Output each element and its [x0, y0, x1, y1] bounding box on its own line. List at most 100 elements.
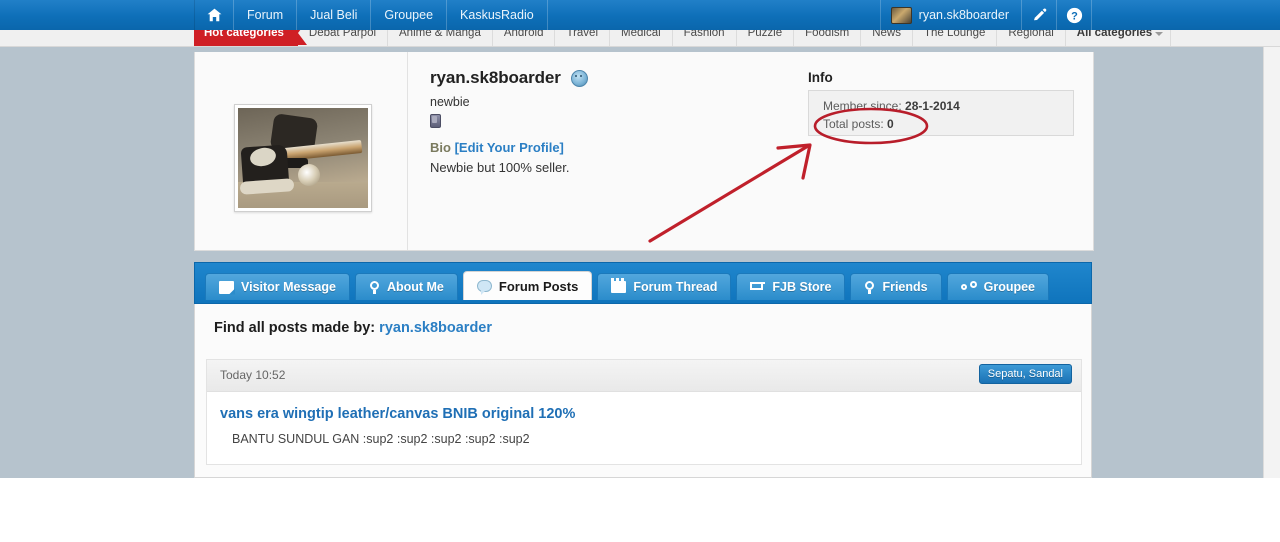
post-body: vans era wingtip leather/canvas BNIB ori…	[207, 392, 1081, 464]
avatar-image	[238, 108, 368, 208]
info-member-since-label: Member since:	[823, 99, 902, 113]
tab-fjb-store[interactable]: FJB Store	[736, 273, 846, 300]
category-bar: Hot categories Debat Parpol Anime & Mang…	[0, 30, 1280, 47]
category-item-regional[interactable]: Regional	[997, 30, 1066, 46]
post-category-badge[interactable]: Sepatu, Sandal	[978, 364, 1072, 384]
category-label: Foodism	[805, 30, 850, 39]
person-icon	[369, 280, 380, 294]
category-item-puzzle[interactable]: Puzzle	[737, 30, 795, 46]
top-nav-username: ryan.sk8boarder	[918, 8, 1009, 22]
svg-text:?: ?	[1071, 10, 1078, 22]
tab-label: Groupee	[983, 280, 1036, 294]
tab-label: About Me	[386, 280, 444, 294]
tab-label: Friends	[882, 280, 928, 294]
nav-item-label: Forum	[247, 8, 284, 22]
profile-tab-strip: Visitor Message About Me Forum Posts For…	[194, 262, 1092, 304]
tab-label: FJB Store	[772, 280, 832, 294]
profile-details-column: ryan.sk8boarder newbie Bio [Edit Your Pr…	[408, 52, 1093, 250]
info-box: Member since: 28-1-2014 Total posts: 0	[808, 90, 1074, 136]
category-label: News	[872, 30, 901, 39]
info-member-since: Member since: 28-1-2014	[823, 97, 1073, 115]
nav-item-label: Groupee	[384, 8, 434, 22]
category-label: Fashion	[683, 30, 725, 39]
tab-forum-posts[interactable]: Forum Posts	[462, 271, 593, 300]
group-people-icon	[960, 280, 977, 294]
calendar-icon	[611, 281, 627, 293]
post-item: Today 10:52 Sepatu, Sandal vans era wing…	[206, 359, 1082, 465]
category-label: The Lounge	[923, 30, 986, 39]
category-label: Travel	[566, 30, 599, 39]
nav-item-label: Jual Beli	[310, 8, 358, 22]
info-total-posts-value: 0	[887, 117, 894, 131]
info-section-title: Info	[808, 70, 833, 85]
avatar-column	[195, 52, 408, 250]
nav-item-jual-beli[interactable]: Jual Beli	[297, 0, 372, 30]
category-item-medical[interactable]: Medical	[610, 30, 673, 46]
question-mark-icon[interactable]: ?	[1057, 0, 1092, 30]
avatar-skateboard-wheel	[298, 164, 320, 186]
speech-bubble-icon	[476, 280, 492, 295]
profile-rank: newbie	[430, 95, 470, 109]
tab-forum-thread[interactable]: Forum Thread	[597, 273, 732, 300]
tab-label: Visitor Message	[241, 280, 336, 294]
category-label: Regional	[1008, 30, 1054, 39]
find-all-posts-heading: Find all posts made by: ryan.sk8boarder	[214, 320, 492, 336]
nav-item-label: KaskusRadio	[460, 8, 534, 22]
bio-row: Bio [Edit Your Profile]	[430, 140, 564, 155]
category-item-foodism[interactable]: Foodism	[794, 30, 862, 46]
category-item-news[interactable]: News	[861, 30, 913, 46]
nav-item-kaskusradio[interactable]: KaskusRadio	[447, 0, 548, 30]
person-icon	[864, 280, 875, 294]
category-item-fashion[interactable]: Fashion	[673, 30, 737, 46]
all-categories-label: All categories	[1076, 30, 1153, 39]
top-navigation-bar: Forum Jual Beli Groupee KaskusRadio ryan…	[0, 0, 1280, 31]
category-item-the-lounge[interactable]: The Lounge	[913, 30, 998, 46]
post-timestamp: Today 10:52	[220, 368, 286, 382]
find-all-posts-username-link[interactable]: ryan.sk8boarder	[379, 320, 492, 336]
category-item-android[interactable]: Android	[493, 30, 556, 46]
post-snippet: BANTU SUNDUL GAN :sup2 :sup2 :sup2 :sup2…	[232, 432, 530, 446]
forum-posts-panel: Find all posts made by: ryan.sk8boarder …	[194, 304, 1092, 478]
tab-about-me[interactable]: About Me	[354, 273, 458, 300]
category-label: Anime & Manga	[399, 30, 481, 39]
category-item-anime-manga[interactable]: Anime & Manga	[388, 30, 493, 46]
bio-text: Newbie but 100% seller.	[430, 160, 570, 175]
edit-profile-link[interactable]: [Edit Your Profile]	[455, 140, 564, 155]
category-item-debat-parpol[interactable]: Debat Parpol	[298, 30, 389, 46]
tab-groupee[interactable]: Groupee	[946, 273, 1050, 300]
top-nav-user-area: ryan.sk8boarder ?	[879, 0, 1092, 30]
tab-friends[interactable]: Friends	[850, 273, 942, 300]
pencil-icon[interactable]	[1022, 0, 1057, 30]
all-categories-dropdown[interactable]: All categories	[1066, 30, 1172, 46]
category-item-travel[interactable]: Travel	[555, 30, 611, 46]
smiley-badge-icon	[570, 69, 588, 87]
profile-card: ryan.sk8boarder newbie Bio [Edit Your Pr…	[194, 52, 1094, 251]
nav-item-forum[interactable]: Forum	[234, 0, 298, 30]
category-label: Android	[503, 30, 544, 39]
home-icon[interactable]	[194, 0, 234, 30]
profile-username-row: ryan.sk8boarder	[430, 68, 588, 88]
category-label: Medical	[621, 30, 661, 39]
info-total-posts-label: Total posts:	[823, 117, 884, 131]
post-title-link[interactable]: vans era wingtip leather/canvas BNIB ori…	[220, 406, 1081, 422]
mobile-device-icon	[430, 114, 441, 128]
user-avatar-thumbnail-icon	[890, 6, 912, 24]
info-member-since-value: 28-1-2014	[905, 99, 960, 113]
find-all-posts-label: Find all posts made by:	[214, 320, 376, 336]
avatar[interactable]	[234, 104, 372, 212]
user-menu[interactable]: ryan.sk8boarder	[881, 0, 1022, 30]
hot-categories-tab[interactable]: Hot categories	[194, 30, 307, 46]
message-icon	[219, 280, 234, 294]
bio-label: Bio	[430, 140, 451, 155]
post-header: Today 10:52 Sepatu, Sandal	[207, 360, 1081, 392]
page-scrollbar[interactable]	[1263, 46, 1280, 478]
category-label: Debat Parpol	[308, 30, 377, 39]
shopping-cart-icon	[750, 281, 766, 293]
top-nav-links: Forum Jual Beli Groupee KaskusRadio	[194, 0, 548, 30]
page-title: ryan.sk8boarder	[430, 68, 561, 87]
profile-tabs: Visitor Message About Me Forum Posts For…	[205, 271, 1050, 300]
info-total-posts: Total posts: 0	[823, 115, 1073, 133]
nav-item-groupee[interactable]: Groupee	[371, 0, 448, 30]
hot-categories-label: Hot categories	[204, 30, 284, 39]
tab-visitor-message[interactable]: Visitor Message	[205, 273, 350, 300]
